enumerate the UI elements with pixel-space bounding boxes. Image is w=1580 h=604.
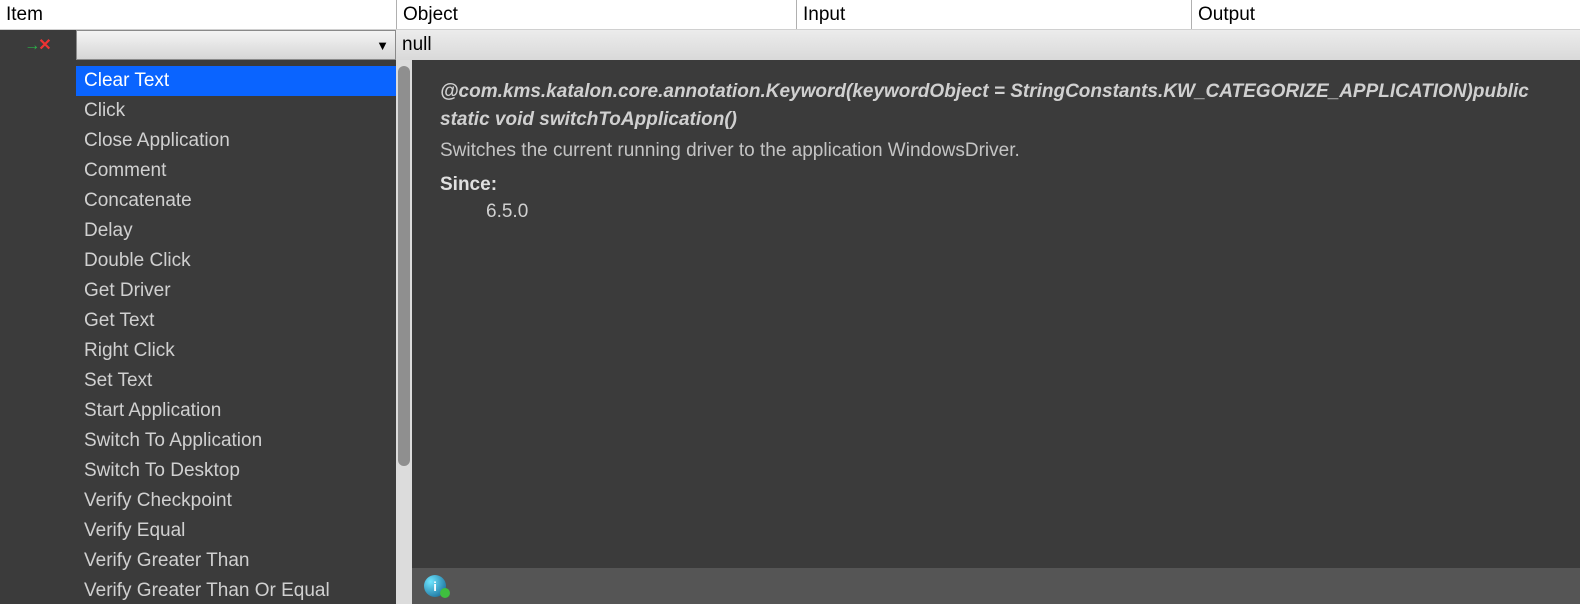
gutter: [0, 60, 76, 604]
dropdown-scrollbar[interactable]: [396, 60, 412, 604]
dropdown-item[interactable]: Verify Greater Than Or Equal: [76, 576, 396, 604]
col-header-object[interactable]: Object: [396, 0, 796, 29]
dropdown-item[interactable]: Get Driver: [76, 276, 396, 306]
dropdown-item[interactable]: Right Click: [76, 336, 396, 366]
table-header: Item Object Input Output: [0, 0, 1580, 30]
doc-panel: @com.kms.katalon.core.annotation.Keyword…: [412, 60, 1580, 604]
doc-footer: i: [412, 568, 1580, 604]
dropdown-item[interactable]: Verify Greater Than: [76, 546, 396, 576]
doc-since-value: 6.5.0: [486, 198, 1552, 226]
dropdown-item[interactable]: Comment: [76, 156, 396, 186]
col-header-input[interactable]: Input: [796, 0, 1191, 29]
info-icon[interactable]: i: [424, 575, 446, 597]
step-row: →✕ ▼ null: [0, 30, 1580, 60]
dropdown-item[interactable]: Concatenate: [76, 186, 396, 216]
dropdown-item[interactable]: Switch To Application: [76, 426, 396, 456]
editor-body: Clear Text Click Close Application Comme…: [0, 60, 1580, 604]
dropdown-item[interactable]: Set Text: [76, 366, 396, 396]
scroll-thumb[interactable]: [398, 66, 410, 466]
col-header-item[interactable]: Item: [0, 0, 396, 29]
doc-signature: @com.kms.katalon.core.annotation.Keyword…: [440, 78, 1552, 133]
doc-description: Switches the current running driver to t…: [440, 137, 1552, 165]
chevron-down-icon: ▼: [376, 38, 389, 53]
object-cell[interactable]: null: [396, 30, 1580, 60]
doc-body: @com.kms.katalon.core.annotation.Keyword…: [412, 60, 1580, 568]
dropdown-item[interactable]: Double Click: [76, 246, 396, 276]
dropdown-item[interactable]: Delay: [76, 216, 396, 246]
dropdown-item[interactable]: Close Application: [76, 126, 396, 156]
dropdown-item[interactable]: Click: [76, 96, 396, 126]
col-header-output[interactable]: Output: [1191, 0, 1580, 29]
dropdown-item[interactable]: Verify Checkpoint: [76, 486, 396, 516]
keyword-select[interactable]: ▼: [76, 30, 396, 60]
breakpoint-icon: →✕: [24, 35, 51, 55]
dropdown-item[interactable]: Start Application: [76, 396, 396, 426]
step-icon-cell: →✕: [0, 30, 76, 60]
dropdown-item[interactable]: Switch To Desktop: [76, 456, 396, 486]
keyword-dropdown-list[interactable]: Clear Text Click Close Application Comme…: [76, 60, 396, 604]
dropdown-item[interactable]: Get Text: [76, 306, 396, 336]
doc-since-label: Since:: [440, 171, 1552, 199]
dropdown-item[interactable]: Clear Text: [76, 66, 396, 96]
dropdown-item[interactable]: Verify Equal: [76, 516, 396, 546]
